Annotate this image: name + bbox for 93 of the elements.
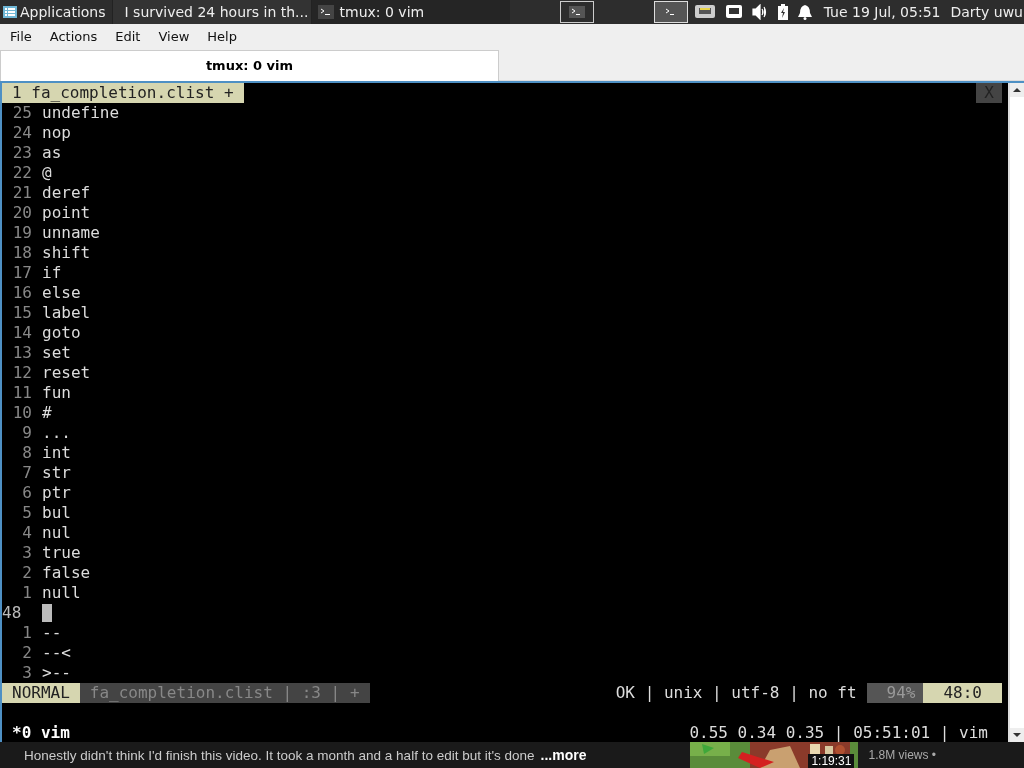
terminal-icon [317,5,334,19]
line-number: 17 [11,263,32,283]
workspace-button[interactable] [559,1,594,23]
tmux-status: 0.55 0.34 0.35 | 05:51:01 | vim [689,723,989,742]
menu-item[interactable]: File [10,29,32,45]
line-number: 20 [11,203,32,223]
code-line: ptr [42,483,71,503]
line-number: 4 [21,523,32,543]
code-line: else [42,283,81,303]
file-format-info: OK | unix | utf-8 | no ft [615,683,858,703]
code-line: null [42,583,81,603]
line-number: 1 [21,623,32,643]
line-number: 16 [11,283,32,303]
more-link[interactable]: ...more [540,747,587,763]
code-line: point [42,203,91,223]
line-number: 48 [2,603,23,623]
code-line: set [42,343,71,363]
scroll-percent: 94% [866,683,924,703]
menu-icon [3,5,17,19]
menu-item[interactable]: Edit [115,29,141,45]
code-line: nop [42,123,71,143]
line-number: 15 [11,303,32,323]
bell-icon [797,4,812,20]
code-line: ... [42,423,71,443]
code-line: --< [42,643,71,663]
code-line: >-- [42,663,71,683]
line-number: 2 [21,563,32,583]
scrollbar[interactable] [1008,83,1024,742]
network-icon [693,4,716,20]
code-line: fun [42,383,71,403]
volume-icon [751,4,768,20]
cursor [42,604,52,622]
mode-indicator: NORMAL [2,683,80,703]
code-line: true [42,543,81,563]
view-count: 1.8M views • [868,748,936,762]
video-duration: 1:19:31 [808,754,855,768]
line-number: 8 [21,443,32,463]
code-line: deref [42,183,91,203]
code-line: shift [42,243,91,263]
terminal-icon [568,6,585,18]
code-line: -- [42,623,62,643]
code-line: reset [42,363,91,383]
menu-item[interactable]: View [158,29,190,45]
line-number: 18 [11,243,32,263]
workspace-button[interactable] [653,1,688,23]
code-line: bul [42,503,71,523]
line-number: 6 [21,483,32,503]
terminal-tab[interactable]: tmux: 0 vim [0,49,499,81]
scroll-down-icon [1010,728,1024,742]
line-number: 11 [11,383,32,403]
code-line: label [42,303,91,323]
code-line: unname [42,223,100,243]
line-number: 7 [21,463,32,483]
line-number: 24 [11,123,32,143]
code-line: false [42,563,91,583]
tmux-window[interactable]: *0 vim [2,723,70,742]
code-line: goto [42,323,81,343]
buffer-tab[interactable]: 1 fa_completion.clist + [2,83,244,103]
line-number: 10 [11,403,32,423]
cursor-position: 48:0 [923,683,1002,703]
code-line: nul [42,523,71,543]
code-line: int [42,443,71,463]
battery-icon [777,4,788,20]
line-number: 13 [11,343,32,363]
line-number: 23 [11,143,32,163]
line-number: 1 [21,583,32,603]
video-description: Honestly didn't think I'd finish this video. It took a month and a half to edit but it's done [23,747,535,763]
user-name[interactable]: Darty uwu [950,4,1023,20]
code-line: str [42,463,71,483]
line-number: 2 [21,643,32,663]
code-line: if [42,263,62,283]
line-number: 12 [11,363,32,383]
line-number: 14 [11,323,32,343]
code-line: as [42,143,62,163]
clock[interactable]: Tue 19 Jul, 05:51 [823,4,941,20]
line-number: 22 [11,163,32,183]
menu-item[interactable]: Actions [49,29,98,45]
line-number: 21 [11,183,32,203]
applications-menu[interactable]: Applications [0,0,112,24]
line-number: 3 [21,663,32,683]
line-number: 3 [21,543,32,563]
taskbar-button[interactable]: I survived 24 hours in th... [111,0,311,24]
taskbar-button[interactable]: tmux: 0 vim [310,0,510,24]
menu-item[interactable]: Help [207,29,237,45]
code-line: # [42,403,52,423]
line-number: 5 [21,503,32,523]
code-line: @ [42,163,52,183]
file-info: fa_completion.clist | :3 | + [79,683,370,703]
line-number: 19 [11,223,32,243]
code-line: undefine [42,103,120,123]
line-number: 25 [11,103,32,123]
line-number: 9 [21,423,32,443]
network-icon [725,5,742,19]
